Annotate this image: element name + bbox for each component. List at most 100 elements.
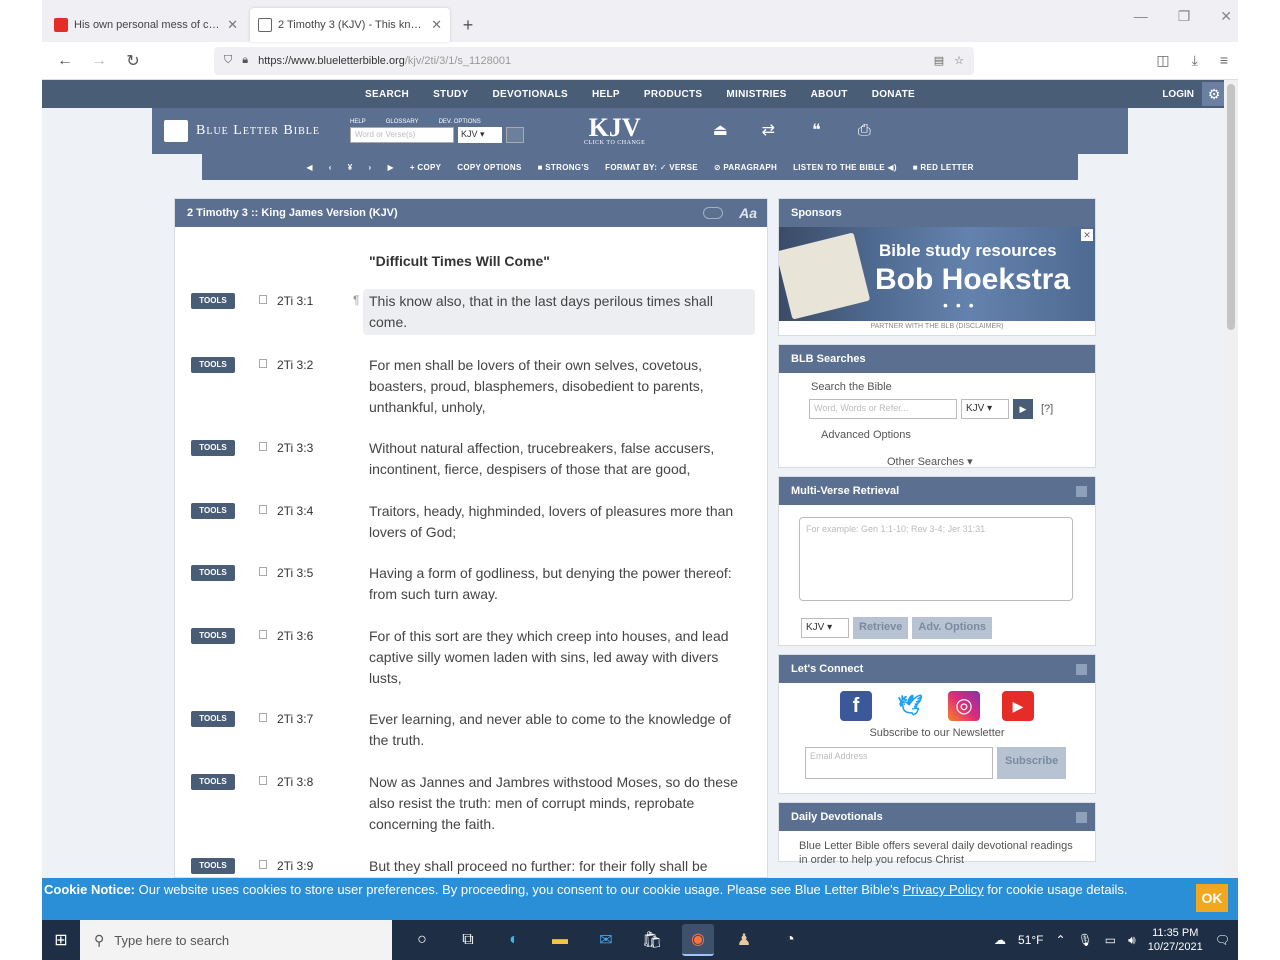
verse-reference[interactable]: 2Ti 3:8 <box>277 775 313 789</box>
verse-reference[interactable]: 2Ti 3:4 <box>277 504 313 518</box>
verse-select-checkbox[interactable] <box>259 505 267 514</box>
close-tab-icon[interactable]: ✕ <box>431 17 442 33</box>
toolbar-item[interactable]: FORMAT BY: ✓ VERSE <box>605 163 698 172</box>
close-window-icon[interactable]: ✕ <box>1220 8 1232 25</box>
verse-select-checkbox[interactable] <box>259 359 267 368</box>
close-ad-icon[interactable]: ✕ <box>1081 229 1093 241</box>
share-icon[interactable]: ⇄ <box>753 116 783 146</box>
collapse-icon[interactable] <box>1076 812 1087 823</box>
retrieve-button[interactable]: Retrieve <box>853 617 909 639</box>
menu-icon[interactable]: ≡ <box>1220 52 1228 69</box>
obs-icon[interactable]: ◔ <box>774 924 806 956</box>
verse-tools-button[interactable]: TOOLS <box>191 293 235 309</box>
chevron-up-icon[interactable]: ⌃ <box>1056 933 1066 947</box>
print-icon[interactable]: ⎙ <box>849 116 879 146</box>
toggle-switch-icon[interactable] <box>703 207 723 219</box>
collapse-icon[interactable] <box>1076 486 1087 497</box>
browser-tab-youtube[interactable]: His own personal mess of confu ✕ <box>46 8 246 42</box>
network-icon[interactable]: ▭ <box>1105 933 1116 947</box>
verse-select-checkbox[interactable] <box>259 713 267 722</box>
close-tab-icon[interactable]: ✕ <box>227 17 238 33</box>
page-scrollbar[interactable] <box>1224 80 1238 878</box>
cortana-icon[interactable]: ○ <box>406 924 438 956</box>
verse-tools-button[interactable]: TOOLS <box>191 774 235 790</box>
font-size-button[interactable]: Aa <box>739 205 757 221</box>
toolbar-item[interactable]: ⊘ PARAGRAPH <box>714 163 777 172</box>
menu-item-search[interactable]: SEARCH <box>365 89 409 100</box>
verse-tools-button[interactable]: TOOLS <box>191 565 235 581</box>
verse-select-checkbox[interactable] <box>259 630 267 639</box>
collapse-icon[interactable] <box>1076 664 1087 675</box>
back-arrow-icon[interactable]: ← <box>52 52 78 70</box>
microphone-icon[interactable]: 🎙︎ <box>1078 933 1093 947</box>
forward-arrow-icon[interactable]: → <box>86 52 112 70</box>
toolbar-item[interactable]: ■ RED LETTER <box>913 163 974 172</box>
verse-tools-button[interactable]: TOOLS <box>191 711 235 727</box>
twitter-icon[interactable]: 🕊︎ <box>894 691 926 721</box>
subscribe-button[interactable]: Subscribe <box>997 747 1067 779</box>
advanced-options-link[interactable]: Advanced Options <box>821 429 1081 441</box>
verse-reference[interactable]: 2Ti 3:3 <box>277 441 313 455</box>
new-tab-button[interactable]: + <box>454 8 482 42</box>
toolbar-item[interactable]: › <box>368 163 371 172</box>
verse-select-checkbox[interactable] <box>259 442 267 451</box>
scrollbar-thumb[interactable] <box>1227 84 1235 330</box>
verse-reference[interactable]: 2Ti 3:7 <box>277 712 313 726</box>
edge-icon[interactable]: ◐ <box>498 924 530 956</box>
verse-select-checkbox[interactable] <box>259 860 267 869</box>
verse-reference[interactable]: 2Ti 3:1 <box>277 294 313 308</box>
verse-tools-button[interactable]: TOOLS <box>191 503 235 519</box>
multi-verse-version-select[interactable]: KJV ▾ <box>801 618 849 638</box>
bible-search-input[interactable]: Word, Words or Refer... <box>809 399 957 419</box>
toolbar-item[interactable]: ▶ <box>387 163 393 172</box>
adv-options-button[interactable]: Adv. Options <box>912 617 993 639</box>
toolbar-item[interactable]: COPY OPTIONS <box>457 163 521 172</box>
weather-icon[interactable]: ☁ <box>994 933 1006 947</box>
reload-icon[interactable]: ↻ <box>120 51 146 71</box>
instagram-icon[interactable]: ◎ <box>948 691 980 721</box>
mail-icon[interactable]: ✉ <box>590 924 622 956</box>
gear-icon[interactable]: ⚙ <box>1202 82 1226 106</box>
taskbar-search[interactable]: ⚲ Type here to search <box>80 920 392 960</box>
pocket-icon[interactable]: ◫ <box>1156 52 1169 69</box>
email-input[interactable]: Email Address <box>805 747 993 779</box>
quick-search-input[interactable]: Word or Verse(s) <box>350 127 454 143</box>
glossary-link[interactable]: GLOSSARY <box>386 119 419 125</box>
verse-reference[interactable]: 2Ti 3:2 <box>277 358 313 372</box>
minimize-icon[interactable]: — <box>1134 8 1148 25</box>
youtube-icon[interactable]: ▶ <box>1002 691 1034 721</box>
menu-item-study[interactable]: STUDY <box>433 89 468 100</box>
version-switcher[interactable]: KJV CLICK TO CHANGE <box>584 115 645 147</box>
toolbar-item[interactable]: ◀ <box>306 163 312 172</box>
privacy-policy-link[interactable]: Privacy Policy <box>903 882 984 897</box>
menu-item-devotionals[interactable]: DEVOTIONALS <box>492 89 568 100</box>
downloads-icon[interactable]: ⤓ <box>1192 52 1198 69</box>
verse-select-checkbox[interactable] <box>259 776 267 785</box>
menu-item-donate[interactable]: DONATE <box>872 89 915 100</box>
address-bar[interactable]: ⛉ 🔒︎ https://www.blueletterbible.org/kjv… <box>214 46 974 75</box>
other-searches-link[interactable]: Other Searches ▾ <box>887 455 1081 468</box>
quick-version-select[interactable]: KJV ▾ <box>458 127 502 143</box>
toolbar-item[interactable]: ¥ <box>348 163 353 172</box>
dev-options-link[interactable]: DEV. OPTIONS <box>439 119 481 125</box>
cookie-ok-button[interactable]: OK <box>1196 884 1228 912</box>
file-explorer-icon[interactable]: ▬ <box>544 924 576 956</box>
toolbar-item[interactable]: ‹ <box>329 163 332 172</box>
toolbar-item[interactable]: LISTEN TO THE BIBLE ◀) <box>793 163 897 172</box>
notifications-icon[interactable]: 🗨︎ <box>1215 933 1230 947</box>
facebook-icon[interactable]: f <box>840 691 872 721</box>
search-version-select[interactable]: KJV ▾ <box>961 399 1009 419</box>
store-icon[interactable]: 🛍︎ <box>636 924 668 956</box>
verse-tools-button[interactable]: TOOLS <box>191 628 235 644</box>
login-link[interactable]: LOGIN <box>1162 89 1194 100</box>
verse-select-checkbox[interactable] <box>259 295 267 304</box>
maximize-icon[interactable]: ❐ <box>1178 8 1191 25</box>
clock[interactable]: 11:35 PM 10/27/2021 <box>1148 926 1203 954</box>
verse-tools-button[interactable]: TOOLS <box>191 440 235 456</box>
blb-logo[interactable]: Blue Letter Bible <box>164 120 320 142</box>
sponsor-banner[interactable]: Bible study resources Bob Hoekstra ••• ✕ <box>779 227 1095 321</box>
task-view-icon[interactable]: ⧉ <box>452 924 484 956</box>
reader-mode-icon[interactable]: ▤ <box>934 54 944 67</box>
verse-select-checkbox[interactable] <box>259 567 267 576</box>
return-to-top-icon[interactable]: ⏏ <box>705 116 735 146</box>
